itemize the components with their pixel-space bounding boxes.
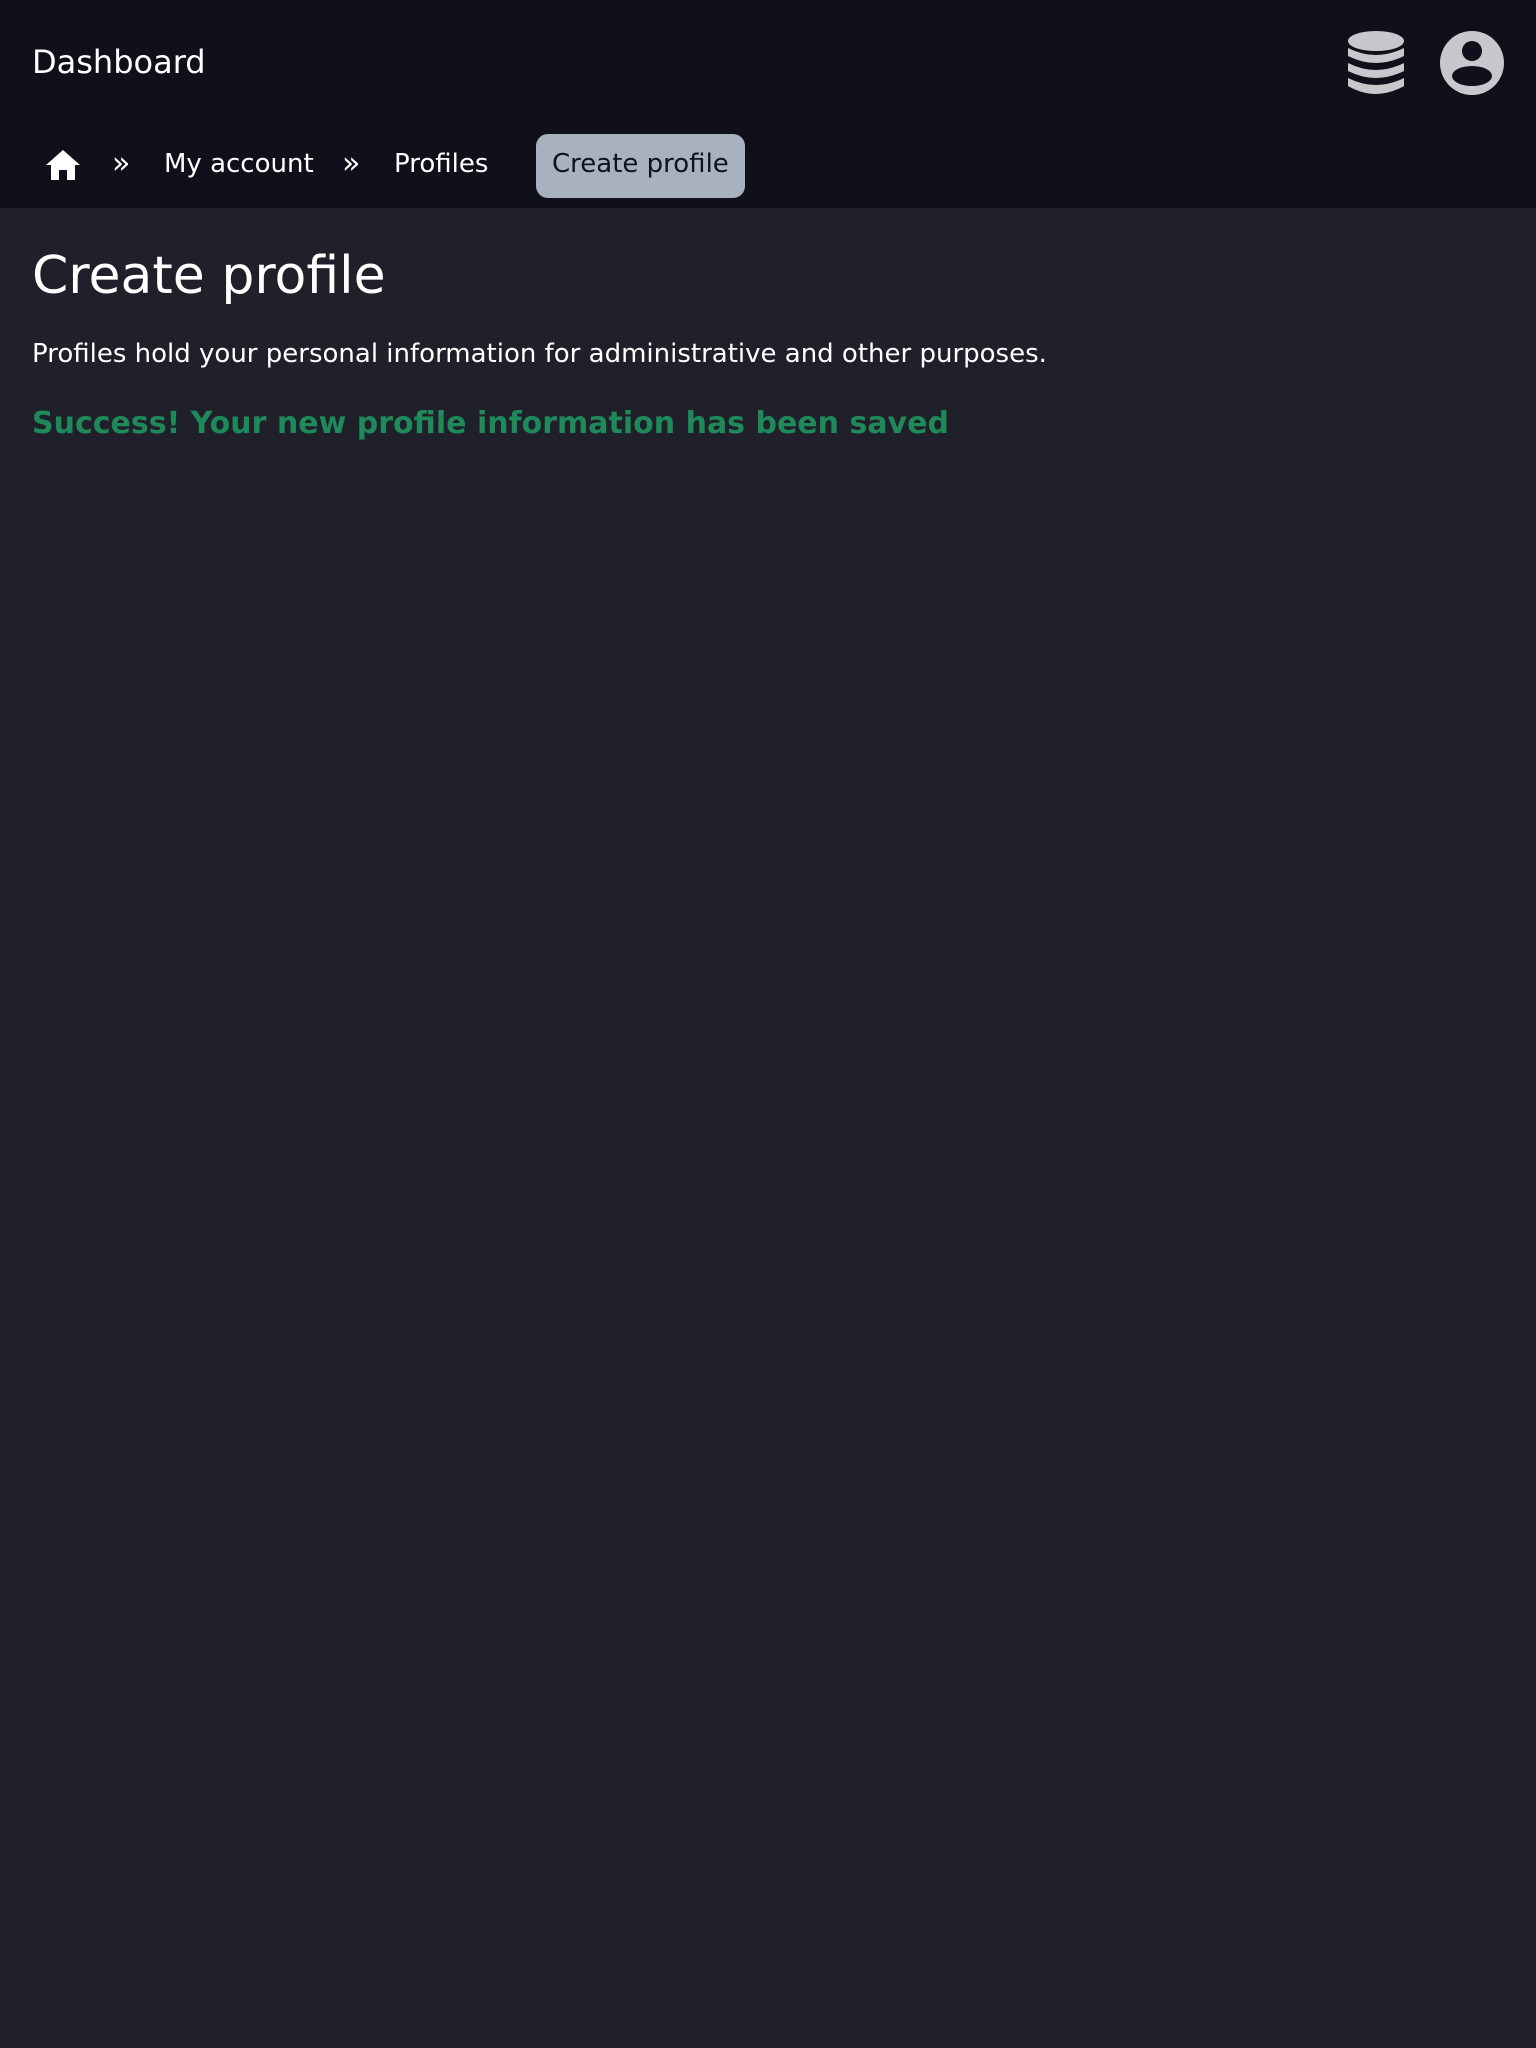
database-icon (1348, 31, 1404, 94)
breadcrumb-separator: » (342, 146, 361, 181)
database-button[interactable] (1346, 30, 1406, 98)
page-title: Create profile (32, 246, 386, 306)
breadcrumb: » My account » Profiles Create profile (0, 132, 1536, 198)
page-description: Profiles hold your personal information … (32, 339, 1047, 369)
breadcrumb-home[interactable] (44, 146, 82, 184)
home-icon (46, 150, 80, 180)
breadcrumb-separator: » (112, 146, 131, 181)
user-circle-icon (1440, 31, 1504, 95)
top-header: Dashboard » My account » Profiles Create… (0, 0, 1536, 208)
breadcrumb-my-account[interactable]: My account (164, 146, 314, 182)
account-button[interactable] (1439, 30, 1505, 96)
dashboard-link[interactable]: Dashboard (32, 42, 206, 82)
breadcrumb-current: Create profile (536, 134, 745, 198)
success-message: Success! Your new profile information ha… (32, 406, 949, 441)
breadcrumb-profiles[interactable]: Profiles (394, 146, 488, 182)
